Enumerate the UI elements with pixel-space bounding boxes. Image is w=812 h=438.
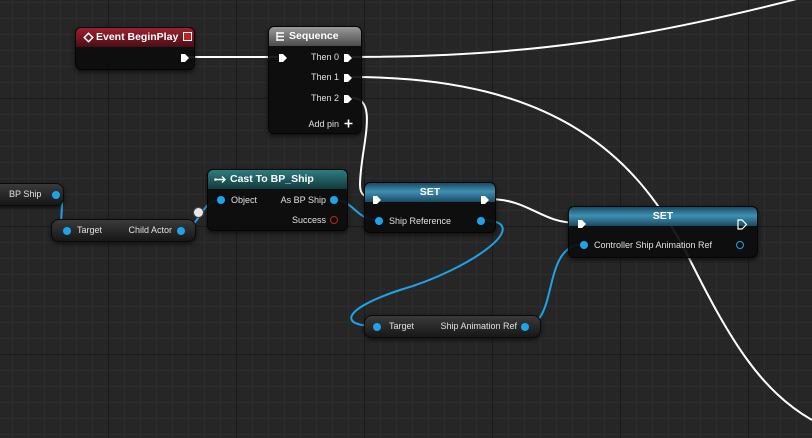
cast-to-bp-ship-node[interactable]: Cast To BP_Ship Object As BP Ship Succes… [207,169,348,231]
ship-animation-ref-out-pin[interactable] [521,323,529,331]
get-child-actor-node[interactable]: Target Child Actor [51,219,196,242]
set-controller-ship-anim-ref-node[interactable]: SET Controller Ship Animation Ref [568,206,758,258]
event-begin-play-title: Event BeginPlay [96,31,179,43]
then-0-label: Then 0 [310,52,339,62]
then-2-label: Then 2 [310,93,339,103]
set-ship-reference-header[interactable]: SET [365,183,495,202]
cast-object-pin[interactable] [217,196,225,204]
child-actor-label: Child Actor [128,225,172,235]
cast-title: Cast To BP_Ship [230,173,314,185]
then-1-label: Then 1 [310,72,339,82]
data-wire-shipref-target[interactable] [350,219,504,327]
sequence-icon [276,32,284,41]
exec-wire-set-set[interactable] [487,198,579,224]
event-begin-play-header[interactable]: Event BeginPlay [76,28,194,47]
reroute-knot[interactable] [193,207,204,218]
ship-reference-label: Ship Reference [389,216,452,226]
plus-icon[interactable] [344,119,353,128]
child-actor-target-pin[interactable] [63,227,71,235]
set-ship-reference-node[interactable]: SET Ship Reference [364,182,496,233]
delegate-square-icon[interactable] [183,32,192,41]
exec-wire-then0[interactable] [351,0,812,58]
controller-ref-in-pin[interactable] [580,241,588,249]
event-diamond-icon [83,32,94,43]
bp-ship-variable-node[interactable]: BP Ship [0,183,64,206]
child-actor-target-label: Target [77,225,103,235]
cast-arrow-icon [214,176,226,183]
controller-ref-label: Controller Ship Animation Ref [594,240,713,250]
set-controller-header[interactable]: SET [569,207,757,226]
success-label: Success [291,215,326,225]
ship-reference-out-pin[interactable] [477,217,485,225]
ship-anim-target-label: Target [389,321,415,331]
success-pin[interactable] [330,216,338,224]
cast-object-label: Object [231,195,258,205]
bp-ship-out-pin[interactable] [52,191,60,199]
sequence-header[interactable]: Sequence [269,27,361,46]
add-pin-button[interactable]: Add pin [308,119,339,130]
bp-ship-label: BP Ship [9,189,42,199]
ship-animation-ref-label: Ship Animation Ref [440,321,517,331]
as-bp-ship-label: As BP Ship [280,195,326,205]
controller-ref-out-pin[interactable] [736,241,744,249]
ship-anim-target-pin[interactable] [373,323,381,331]
sequence-title: Sequence [289,30,339,42]
set-controller-title: SET [652,210,674,222]
sequence-node[interactable]: Sequence Then 0 Then 1 Then 2 Add pin [268,26,362,134]
child-actor-out-pin[interactable] [177,227,185,235]
ship-reference-in-pin[interactable] [375,217,383,225]
cast-header[interactable]: Cast To BP_Ship [208,170,347,189]
set-ship-reference-title: SET [419,186,441,198]
get-ship-animation-ref-node[interactable]: Target Ship Animation Ref [364,315,541,338]
as-bp-ship-pin[interactable] [330,196,338,204]
event-begin-play-node[interactable]: Event BeginPlay [75,27,195,70]
